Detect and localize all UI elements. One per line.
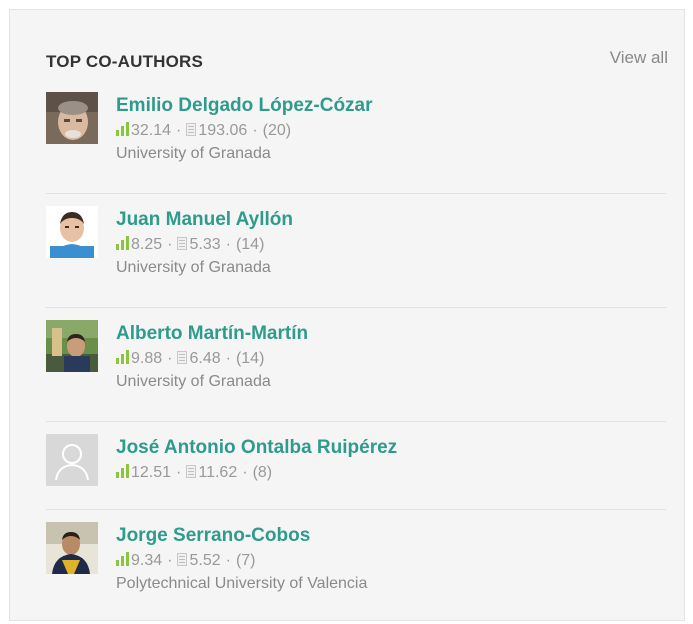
top-coauthors-panel: TOP CO-AUTHORS View all Emilio Delgado L…	[9, 9, 685, 621]
coauthor-name[interactable]: Alberto Martín-Martín	[116, 322, 308, 346]
document-icon	[177, 235, 188, 257]
impact-points: 6.48	[189, 350, 221, 367]
panel-header: TOP CO-AUTHORS View all	[46, 46, 668, 76]
shared-count: (20)	[262, 122, 292, 139]
coauthor-item: Jorge Serrano-Cobos 9.34 · 5.52 · (7) Polyt…	[46, 510, 666, 624]
document-icon	[186, 463, 197, 485]
document-icon	[177, 349, 188, 371]
document-icon	[177, 551, 188, 573]
avatar[interactable]	[46, 320, 98, 372]
shared-count: (14)	[235, 350, 265, 367]
coauthor-affiliation: University of Granada	[116, 145, 271, 162]
coauthor-list: Emilio Delgado López-Cózar 32.14 · 193.06…	[46, 80, 666, 624]
coauthor-name[interactable]: José Antonio Ontalba Ruipérez	[116, 436, 397, 460]
bar-chart-icon	[116, 121, 129, 143]
panel-title: TOP CO-AUTHORS	[46, 52, 204, 71]
coauthor-affiliation: University of Granada	[116, 373, 271, 390]
rg-score: 9.34	[131, 552, 163, 569]
impact-points: 11.62	[198, 464, 238, 481]
impact-points: 5.33	[189, 236, 221, 253]
rg-score: 12.51	[131, 464, 172, 481]
avatar[interactable]	[46, 92, 98, 144]
rg-score: 32.14	[131, 122, 172, 139]
coauthor-metrics: 32.14 · 193.06 · (20)	[116, 120, 373, 143]
avatar[interactable]	[46, 206, 98, 258]
rg-score: 9.88	[131, 350, 163, 367]
coauthor-metrics: 12.51 · 11.62 · (8)	[116, 462, 397, 485]
coauthor-item: José Antonio Ontalba Ruipérez 12.51 · 11.…	[46, 422, 666, 510]
coauthor-name[interactable]: Emilio Delgado López-Cózar	[116, 94, 373, 118]
bar-chart-icon	[116, 349, 129, 371]
avatar-placeholder-icon[interactable]	[46, 434, 98, 486]
coauthor-affiliation: University of Granada	[116, 259, 271, 276]
coauthor-item: Alberto Martín-Martín 9.88 · 6.48 · (14) Un…	[46, 308, 666, 422]
shared-count: (7)	[235, 552, 256, 569]
coauthor-metrics: 9.34 · 5.52 · (7)	[116, 550, 367, 573]
rg-score: 8.25	[131, 236, 163, 253]
bar-chart-icon	[116, 235, 129, 257]
shared-count: (8)	[252, 464, 273, 481]
shared-count: (14)	[235, 236, 265, 253]
bar-chart-icon	[116, 551, 129, 573]
coauthor-item: Emilio Delgado López-Cózar 32.14 · 193.06…	[46, 80, 666, 194]
coauthor-name[interactable]: Jorge Serrano-Cobos	[116, 524, 367, 548]
coauthor-metrics: 9.88 · 6.48 · (14)	[116, 348, 308, 371]
coauthor-affiliation: Polytechnical University of Valencia	[116, 575, 368, 592]
impact-points: 5.52	[189, 552, 221, 569]
avatar[interactable]	[46, 522, 98, 574]
impact-points: 193.06	[198, 122, 248, 139]
bar-chart-icon	[116, 463, 129, 485]
coauthor-name[interactable]: Juan Manuel Ayllón	[116, 208, 293, 232]
coauthor-item: Juan Manuel Ayllón 8.25 · 5.33 · (14) Unive…	[46, 194, 666, 308]
coauthor-metrics: 8.25 · 5.33 · (14)	[116, 234, 293, 257]
document-icon	[186, 121, 197, 143]
view-all-link[interactable]: View all	[610, 48, 668, 68]
